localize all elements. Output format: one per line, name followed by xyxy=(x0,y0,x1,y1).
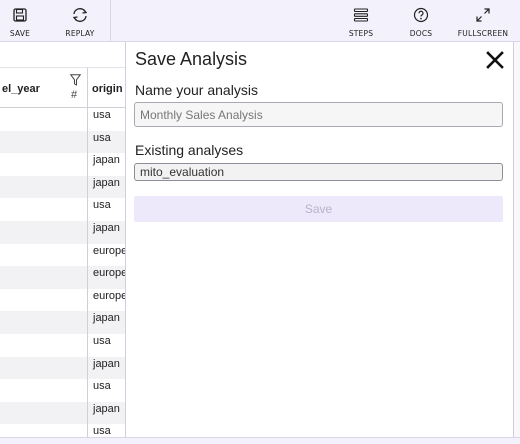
analysis-name-input[interactable] xyxy=(134,102,503,127)
save-icon xyxy=(13,5,27,25)
save-toolbar-label: SAVE xyxy=(9,29,31,38)
table-row: japan xyxy=(0,175,126,199)
grid-header: el_year # origin xyxy=(0,67,126,108)
fullscreen-icon xyxy=(475,5,491,25)
existing-analyses-select[interactable] xyxy=(134,163,503,181)
origin-cell[interactable]: usa xyxy=(88,379,126,402)
model-year-cell[interactable] xyxy=(0,379,88,402)
replay-icon xyxy=(71,5,89,25)
model-year-cell[interactable] xyxy=(0,288,88,312)
model-year-cell[interactable] xyxy=(0,130,88,154)
table-row: japan xyxy=(0,220,126,244)
model-year-cell[interactable] xyxy=(0,266,88,289)
column-header-model-year[interactable]: el_year # xyxy=(0,68,88,108)
model-year-cell[interactable] xyxy=(0,153,88,176)
origin-cell[interactable]: usa xyxy=(88,130,126,154)
model-year-cell[interactable] xyxy=(0,108,88,131)
fullscreen-toolbar-button[interactable]: FULLSCREEN xyxy=(455,0,511,42)
docs-toolbar-button[interactable]: DOCS xyxy=(405,0,437,42)
model-year-cell[interactable] xyxy=(0,333,88,357)
grid-rows: usa usa japan japan usa japan europe europe euro… xyxy=(0,108,126,444)
table-row: usa xyxy=(0,198,126,221)
column-title: origin xyxy=(92,83,123,95)
footer-bar xyxy=(0,437,520,444)
fullscreen-toolbar-label: FULLSCREEN xyxy=(457,29,509,38)
model-year-cell[interactable] xyxy=(0,401,88,425)
origin-cell[interactable]: europe xyxy=(88,244,126,267)
column-title: el_year xyxy=(2,83,40,95)
save-analysis-panel: Save Analysis Name your analysis Existin… xyxy=(125,42,514,440)
right-edge-strip xyxy=(514,42,520,444)
name-analysis-label: Name your analysis xyxy=(135,82,258,98)
table-row: usa xyxy=(0,379,126,402)
spreadsheet-grid: el_year # origin usa usa japan japan usa japa… xyxy=(0,42,126,444)
column-header-origin[interactable]: origin xyxy=(88,68,126,108)
toolbar-divider xyxy=(110,0,111,42)
table-row: usa xyxy=(0,108,126,131)
table-row: europe xyxy=(0,243,126,267)
origin-cell[interactable]: japan xyxy=(88,220,126,244)
table-row: usa xyxy=(0,130,126,154)
save-toolbar-button[interactable]: SAVE xyxy=(6,0,34,42)
number-type-icon: # xyxy=(71,89,78,101)
panel-title: Save Analysis xyxy=(135,49,248,69)
save-button[interactable]: Save xyxy=(134,196,503,222)
model-year-cell[interactable] xyxy=(0,198,88,221)
table-row: japan xyxy=(0,153,126,176)
origin-cell[interactable]: europe xyxy=(88,289,126,312)
replay-toolbar-label: REPLAY xyxy=(65,29,95,38)
model-year-cell[interactable] xyxy=(0,356,88,380)
docs-icon xyxy=(413,5,429,25)
replay-toolbar-button[interactable]: REPLAY xyxy=(62,0,98,42)
model-year-cell[interactable] xyxy=(0,311,88,334)
steps-toolbar-label: STEPS xyxy=(348,29,374,38)
steps-toolbar-button[interactable]: STEPS xyxy=(343,0,379,42)
origin-cell[interactable]: japan xyxy=(88,401,126,425)
close-icon[interactable] xyxy=(485,50,505,70)
existing-analyses-label: Existing analyses xyxy=(135,142,244,158)
model-year-cell[interactable] xyxy=(0,220,88,244)
table-row: europe xyxy=(0,288,126,312)
steps-icon xyxy=(353,5,369,25)
table-row: usa xyxy=(0,333,126,357)
origin-cell[interactable]: japan xyxy=(88,175,126,199)
model-year-cell[interactable] xyxy=(0,175,88,199)
table-row: japan xyxy=(0,311,126,334)
docs-toolbar-label: DOCS xyxy=(409,29,433,38)
origin-cell[interactable]: japan xyxy=(88,356,126,380)
table-row: europe xyxy=(0,266,126,289)
toolbar: SAVE REPLAY STEPS DOCS FULLSCREEN xyxy=(0,0,520,42)
origin-cell[interactable]: usa xyxy=(88,198,126,221)
origin-cell[interactable]: usa xyxy=(88,108,126,131)
origin-cell[interactable]: japan xyxy=(88,153,126,176)
table-row: japan xyxy=(0,401,126,425)
origin-cell[interactable]: europe xyxy=(88,266,126,289)
origin-cell[interactable]: usa xyxy=(88,334,126,357)
origin-cell[interactable]: japan xyxy=(88,311,126,334)
table-row: japan xyxy=(0,356,126,380)
model-year-cell[interactable] xyxy=(0,243,88,267)
